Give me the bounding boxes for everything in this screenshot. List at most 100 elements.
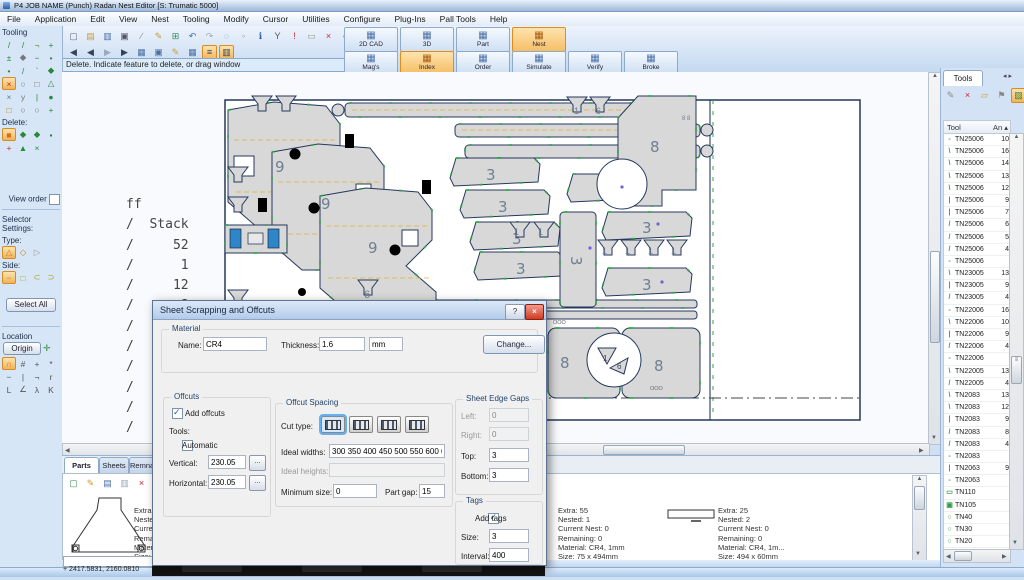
tab-parts[interactable]: Parts (64, 457, 99, 474)
tool-row[interactable]: \TN2500616 (944, 146, 1010, 158)
tool-row[interactable]: \TN2500612 (944, 183, 1010, 195)
workflow-simulate-button[interactable]: ▦Simulate (512, 51, 566, 74)
tools-scroll-thumb[interactable]: ≡ (1011, 356, 1022, 384)
sidebar-tool-icon[interactable]: / (16, 38, 30, 51)
delete-icon[interactable]: × (960, 88, 975, 103)
flag-icon[interactable]: ⚑ (994, 88, 1009, 103)
sidebar-tool-icon[interactable]: × (2, 77, 16, 90)
sidebar-tool-icon[interactable]: − (2, 271, 16, 284)
tool-row[interactable]: \TN208313 (944, 390, 1010, 402)
horizontal-browse-button[interactable]: ... (249, 475, 266, 491)
sidebar-tool-icon[interactable]: + (44, 38, 58, 51)
sidebar-tool-icon[interactable]: ⊂ (30, 271, 44, 284)
sketch-icon[interactable]: ∕ (134, 29, 149, 44)
ideal-widths-field[interactable] (329, 444, 445, 458)
cut-type-option-2[interactable] (349, 416, 373, 433)
sidebar-tool-icon[interactable]: △ (44, 77, 58, 90)
sidebar-tool-icon[interactable]: ¬ (30, 370, 44, 383)
menu-plug-ins[interactable]: Plug-Ins (387, 12, 432, 26)
tool-row[interactable]: \TN2200513 (944, 366, 1010, 378)
menu-cursor[interactable]: Cursor (256, 12, 296, 26)
canvas-hscroll-thumb[interactable] (603, 445, 685, 455)
tab-sheets[interactable]: Sheets (99, 457, 129, 474)
tool-row[interactable]: /TN220054 (944, 378, 1010, 390)
tools-vscrollbar[interactable]: ▲ ≡ ▼ (1009, 133, 1024, 550)
part-8-bottom[interactable]: 1 6 8 8 OOO OOO (548, 320, 700, 398)
tool-row[interactable]: \TN2500613 (944, 171, 1010, 183)
sidebar-tool-icon[interactable]: + (2, 141, 16, 154)
workflow-broke-button[interactable]: ▦Broke (624, 51, 678, 74)
tool-row[interactable]: |TN250069 (944, 195, 1010, 207)
tool-row[interactable]: ▭TN110 (944, 487, 1010, 499)
menu-pall-tools[interactable]: Pall Tools (433, 12, 483, 26)
tool-row[interactable]: /TN250064 (944, 244, 1010, 256)
tool-row[interactable]: /TN20834 (944, 439, 1010, 451)
minimum-size-field[interactable] (333, 484, 377, 498)
thickness-field[interactable] (319, 337, 365, 351)
menu-nest[interactable]: Nest (144, 12, 175, 26)
select-all-button[interactable]: Select All (6, 298, 56, 312)
copy-part-icon[interactable]: ▥ (117, 476, 132, 491)
menu-view[interactable]: View (112, 12, 144, 26)
workflow-2d-cad-button[interactable]: ▦2D CAD (344, 27, 398, 52)
tool-row[interactable]: \TN2300513 (944, 268, 1010, 280)
sidebar-tool-icon[interactable]: ○ (16, 103, 30, 116)
sidebar-tool-icon[interactable]: ◆ (30, 128, 44, 141)
tools-list[interactable]: -TN2500610\TN2500616\TN2500614\TN2500613… (943, 133, 1011, 550)
tool-row[interactable]: ○TN20 (944, 536, 1010, 548)
scroll-up-icon[interactable]: ▲ (913, 476, 926, 482)
sidebar-tool-icon[interactable]: * (44, 357, 58, 370)
pencil-icon[interactable]: ✎ (943, 88, 958, 103)
col-tool[interactable]: Tool (944, 123, 961, 132)
sidebar-tool-icon[interactable]: | (30, 90, 44, 103)
part-thumbnail-strip[interactable] (667, 508, 717, 524)
menu-file[interactable]: File (0, 12, 28, 26)
part-gap-field[interactable] (419, 484, 445, 498)
sidebar-tool-icon[interactable]: ○ (30, 103, 44, 116)
menu-help[interactable]: Help (483, 12, 514, 26)
tool-row[interactable]: -TN2500610 (944, 134, 1010, 146)
scroll-down-icon[interactable]: ▼ (1012, 540, 1018, 546)
part-battery[interactable] (225, 225, 287, 253)
sidebar-tool-icon[interactable]: r (44, 370, 58, 383)
new-part-icon[interactable]: ▢ (66, 476, 81, 491)
menu-edit[interactable]: Edit (83, 12, 112, 26)
filter-icon[interactable]: Y (270, 29, 285, 44)
scroll-down-icon[interactable]: ▼ (931, 435, 937, 441)
workflow-verify-button[interactable]: ▦Verify (568, 51, 622, 74)
sidebar-tool-icon[interactable]: − (2, 370, 16, 383)
sidebar-tool-icon[interactable]: ◆ (16, 128, 30, 141)
tool-row[interactable]: -TN2063 (944, 475, 1010, 487)
tab-scroll-icons[interactable]: ◂ ▸ (1003, 72, 1012, 80)
info-icon[interactable]: ℹ (253, 29, 268, 44)
tag-size-field[interactable] (489, 529, 529, 543)
horizontal-field[interactable] (208, 475, 246, 489)
origin-button[interactable]: Origin (3, 342, 41, 355)
cut-type-option-4[interactable] (405, 416, 429, 433)
vertical-field[interactable] (208, 455, 246, 469)
workflow-index-button[interactable]: ▦Index (400, 51, 454, 74)
sidebar-tool-icon[interactable]: + (44, 103, 58, 116)
sidebar-tool-icon[interactable]: ± (2, 51, 16, 64)
undo-icon[interactable]: ↶ (185, 29, 200, 44)
sidebar-tool-icon[interactable]: ◇ (16, 246, 30, 259)
user-delete-icon[interactable]: × (321, 29, 336, 44)
tool-row[interactable]: ○TN40 (944, 512, 1010, 524)
sidebar-tool-icon[interactable]: ▷ (30, 246, 44, 259)
sidebar-tool-icon[interactable]: K (44, 383, 58, 396)
sidebar-tool-icon[interactable]: ◆ (16, 51, 30, 64)
redo-icon[interactable]: ↷ (202, 29, 217, 44)
chart-icon[interactable]: ▨ (1011, 88, 1024, 103)
note-icon[interactable]: ! (287, 29, 302, 44)
sidebar-tool-icon[interactable]: ■ (2, 128, 16, 141)
save-icon[interactable]: ▥ (100, 29, 115, 44)
sidebar-tool-icon[interactable]: × (30, 141, 44, 154)
sidebar-tool-icon[interactable]: λ (30, 383, 44, 396)
scroll-up-icon[interactable]: ▲ (1010, 134, 1023, 140)
sidebar-tool-icon[interactable]: □ (2, 103, 16, 116)
tool-row[interactable]: /TN250065 (944, 232, 1010, 244)
add-offcuts-checkbox[interactable] (172, 408, 183, 419)
sidebar-tool-icon[interactable]: △ (2, 246, 16, 259)
parts-vscrollbar[interactable]: ▲ ▼ (912, 475, 927, 561)
tool-row[interactable]: \TN208312 (944, 402, 1010, 414)
